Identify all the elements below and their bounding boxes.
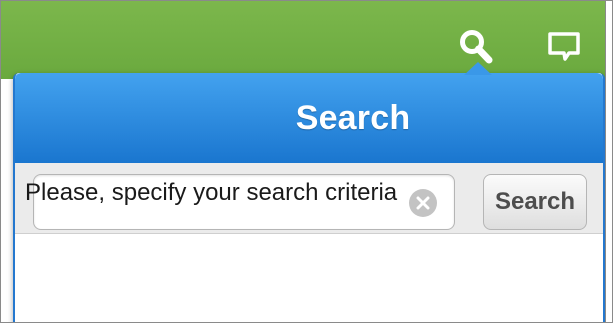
popover-header: Search — [15, 73, 603, 163]
right-edge — [605, 1, 612, 322]
search-message: Please, specify your search criteria — [25, 179, 398, 206]
app-frame: Search Search Please, specify your searc… — [0, 0, 613, 323]
topbar-chat-button[interactable] — [544, 27, 584, 67]
search-icon — [460, 30, 493, 64]
popover-pointer — [464, 62, 492, 75]
search-button[interactable]: Search — [483, 174, 587, 230]
top-bar — [1, 1, 612, 79]
topbar-search-button[interactable] — [456, 27, 496, 67]
close-icon — [416, 196, 430, 210]
clear-search-button[interactable] — [409, 189, 437, 217]
popover-title: Search — [295, 98, 411, 137]
chat-icon — [548, 32, 580, 61]
